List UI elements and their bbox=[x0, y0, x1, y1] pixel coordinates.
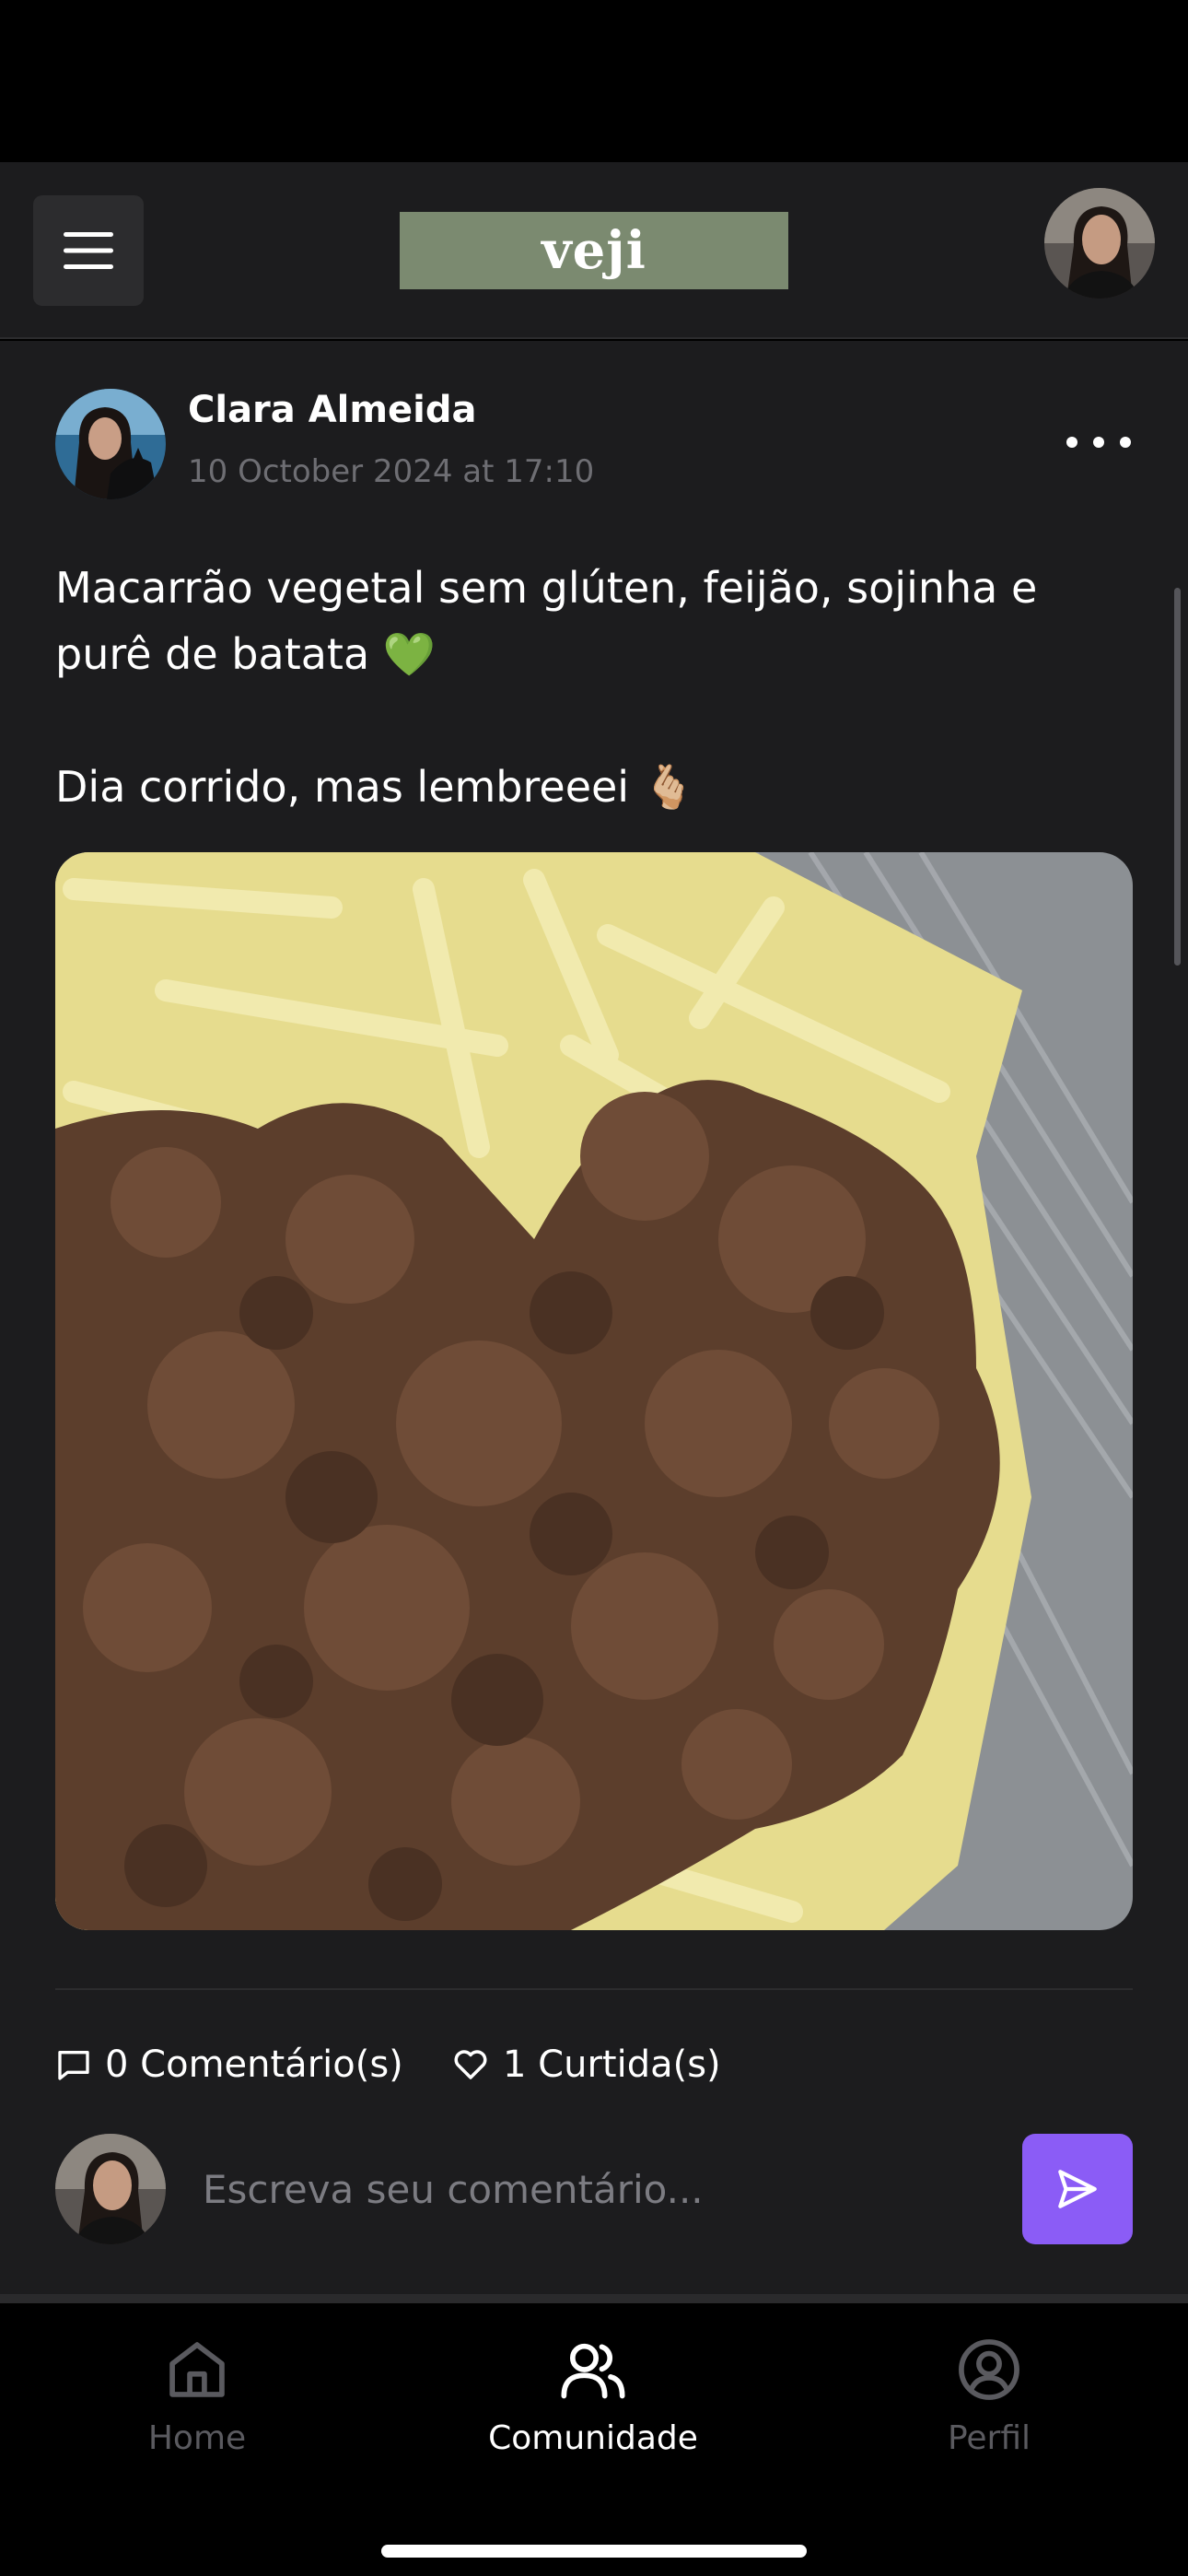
community-feed[interactable]: Clara Almeida 10 October 2024 at 17:10 M… bbox=[0, 341, 1188, 2303]
menu-button[interactable] bbox=[33, 195, 144, 306]
post-content: Macarrão vegetal sem glúten, feijão, soj… bbox=[55, 555, 1133, 820]
likes-count: 1 Curtida(s) bbox=[503, 2043, 721, 2086]
comment-icon bbox=[58, 2051, 89, 2080]
app-header: veji bbox=[0, 162, 1188, 339]
post-timestamp: 10 October 2024 at 17:10 bbox=[188, 453, 595, 490]
home-icon bbox=[169, 2342, 225, 2397]
like-button[interactable]: 1 Curtida(s) bbox=[451, 2038, 721, 2091]
tab-profile[interactable]: Perfil bbox=[851, 2335, 1127, 2491]
user-circle-icon bbox=[959, 2339, 1019, 2400]
home-indicator[interactable] bbox=[381, 2545, 807, 2558]
status-bar bbox=[0, 0, 1188, 162]
comments-button[interactable]: 0 Comentário(s) bbox=[55, 2038, 403, 2091]
tab-label: Perfil bbox=[947, 2419, 1031, 2457]
tab-community[interactable]: Comunidade bbox=[455, 2335, 731, 2491]
post-author-name[interactable]: Clara Almeida bbox=[188, 389, 477, 431]
post-text-paragraph: Dia corrido, mas lembreeei 🫰🏼 bbox=[55, 762, 695, 812]
brand-logo[interactable]: veji bbox=[400, 212, 788, 289]
bottom-tab-bar: Home Comunidade Perfil bbox=[0, 2307, 1188, 2576]
feed-scrollbar[interactable] bbox=[1174, 588, 1181, 966]
send-icon bbox=[1058, 2170, 1097, 2208]
more-dots-icon bbox=[1066, 437, 1077, 448]
post-text-paragraph: Macarrão vegetal sem glúten, feijão, soj… bbox=[55, 563, 1051, 679]
tab-label: Home bbox=[147, 2419, 247, 2457]
heart-icon bbox=[454, 2050, 487, 2079]
next-post-edge bbox=[0, 2294, 1188, 2303]
users-icon bbox=[561, 2343, 625, 2399]
hamburger-menu-icon bbox=[64, 232, 113, 269]
more-options-button[interactable] bbox=[1066, 429, 1131, 455]
comments-count: 0 Comentário(s) bbox=[105, 2043, 403, 2086]
post-divider bbox=[55, 1988, 1133, 1990]
post-photo[interactable] bbox=[55, 852, 1133, 1930]
comment-input[interactable] bbox=[203, 2143, 995, 2235]
author-avatar[interactable] bbox=[55, 389, 166, 499]
commenter-avatar bbox=[55, 2134, 166, 2244]
tab-label: Comunidade bbox=[488, 2419, 698, 2457]
send-comment-button[interactable] bbox=[1022, 2134, 1133, 2244]
current-user-avatar[interactable] bbox=[1044, 188, 1155, 299]
tab-home[interactable]: Home bbox=[59, 2335, 335, 2491]
brand-name: veji bbox=[542, 220, 646, 281]
